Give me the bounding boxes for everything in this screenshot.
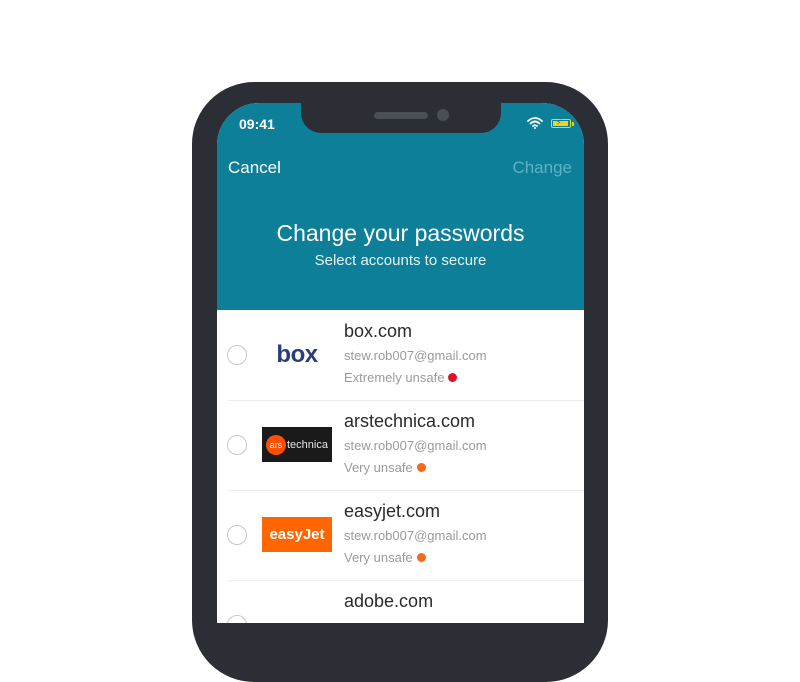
notch [301,103,501,133]
account-site: adobe.com [344,591,434,611]
account-row-easyjet[interactable]: easyJet easyjet.com stew.rob007@gmail.co… [217,490,584,580]
account-row-adobe[interactable]: adobe.com [217,580,584,623]
status-dot-icon [416,463,426,472]
select-radio[interactable] [227,615,247,623]
header: 09:41 ⚡ Cancel Change Change your passwo… [217,103,584,310]
box-logo-text: box [276,340,318,368]
account-site: box.com [344,321,413,341]
front-camera [437,109,449,121]
account-site: easyjet.com [344,501,441,521]
battery-icon: ⚡ [551,119,574,128]
status-dot-icon [448,373,458,382]
wifi-icon [527,117,543,129]
ars-logo-word: technica [287,438,328,451]
status-text: Extremely unsafe [344,370,445,385]
status-text: Very unsafe [344,460,413,475]
ars-logo-mark: ars [266,434,286,455]
account-site: arstechnica.com [344,411,476,431]
arstechnica-logo: ars technica [262,427,332,462]
page-subtitle: Select accounts to secure [314,252,487,269]
phone-screen: 09:41 ⚡ Cancel Change Change your passwo… [217,103,584,623]
account-email: stew.rob007@gmail.com [344,348,487,363]
account-email: stew.rob007@gmail.com [344,528,487,543]
status-time: 09:41 [239,116,275,132]
account-status: Very unsafe [344,550,426,565]
account-row-box[interactable]: box box.com stew.rob007@gmail.com Extrem… [217,310,584,400]
status-text: Very unsafe [344,550,413,565]
account-email: stew.rob007@gmail.com [344,438,487,453]
status-dot-icon [416,553,426,562]
box-logo: box [262,337,332,372]
account-row-arstechnica[interactable]: ars technica arstechnica.com stew.rob007… [217,400,584,490]
easyjet-logo: easyJet [262,517,332,552]
change-button[interactable]: Change [512,158,572,178]
cancel-button[interactable]: Cancel [228,158,281,178]
select-radio[interactable] [227,345,247,365]
select-radio[interactable] [227,435,247,455]
easyjet-logo-text: easyJet [269,526,325,543]
account-status: Very unsafe [344,460,426,475]
account-status: Extremely unsafe [344,370,458,385]
speaker [374,112,428,119]
account-list: box box.com stew.rob007@gmail.com Extrem… [217,310,584,623]
select-radio[interactable] [227,525,247,545]
page-title: Change your passwords [276,220,525,246]
